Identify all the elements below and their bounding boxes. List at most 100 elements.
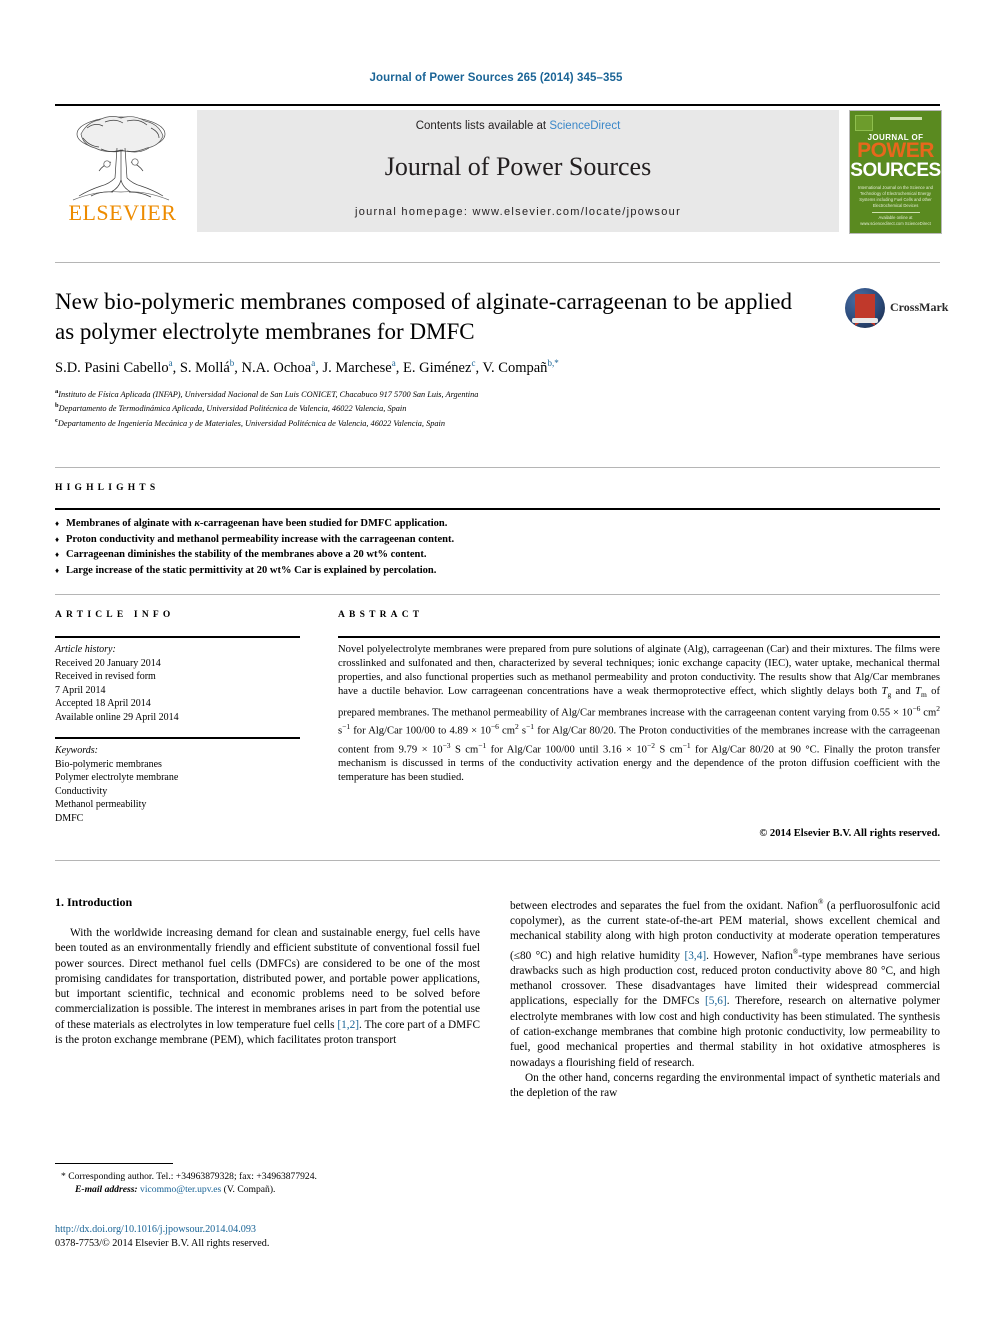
abstract-part: cm [920, 707, 937, 719]
abstract-part: S cm [450, 744, 479, 756]
crossmark-base-shape [852, 318, 878, 323]
issn-copyright: 0378-7753/© 2014 Elsevier B.V. All right… [55, 1238, 270, 1249]
page-title: New bio-polymeric membranes composed of … [55, 289, 792, 344]
affiliation-item: aInstituto de Física Aplicada (INFAP), U… [55, 386, 875, 400]
affiliation-item: bDepartamento de Termodinámica Aplicada,… [55, 400, 875, 414]
abstract-rule [338, 636, 940, 638]
cover-foot-rule [872, 212, 920, 213]
email-label: E-mail address: [75, 1184, 138, 1195]
abstract-part: and [891, 685, 916, 697]
abstract-copyright: © 2014 Elsevier B.V. All rights reserved… [759, 828, 940, 839]
abstract-exp: −2 [646, 740, 655, 750]
abstract-exp: 2 [936, 703, 940, 713]
cover-blurb: International Journal on the Science and… [858, 185, 933, 208]
author-name: S.D. Pasini Cabello [55, 359, 169, 376]
abstract-exp: −6 [490, 722, 499, 732]
elsevier-logo: ELSEVIER [55, 110, 190, 232]
abstract-exp: −3 [442, 740, 451, 750]
author-affil-mark[interactable]: c [471, 358, 475, 368]
affiliation-list: aInstituto de Física Aplicada (INFAP), U… [55, 386, 875, 429]
highlight-text-pre: Membranes of alginate with [66, 518, 195, 529]
author-affil-mark[interactable]: b,* [547, 358, 558, 368]
elsevier-tree-icon [72, 116, 170, 201]
highlights-list: Membranes of alginate with κ-carrageenan… [55, 516, 655, 578]
keywords-rule [55, 737, 300, 739]
journal-homepage-link[interactable]: journal homepage: www.elsevier.com/locat… [197, 206, 839, 218]
paragraph-text: With the worldwide increasing demand for… [55, 927, 480, 1031]
abstract-part: cm [498, 725, 515, 737]
intro-paragraph-left: With the worldwide increasing demand for… [55, 926, 480, 1048]
abstract-part: S cm [654, 744, 683, 756]
author-name: N.A. Ochoa [241, 359, 312, 376]
cover-elsevier-mark [855, 115, 873, 131]
highlights-rule [55, 508, 940, 510]
crossmark-book-shape [855, 294, 875, 326]
abstract-exp: −1 [342, 722, 351, 732]
author-affil-mark[interactable]: a [392, 358, 396, 368]
author-name: V. Compañ [482, 359, 548, 376]
cover-line-2: POWER [857, 139, 934, 162]
article-info-rule [55, 636, 300, 638]
email-note: E-mail address: vicommo@ter.upv.es (V. C… [55, 1183, 485, 1196]
history-item: Received 20 January 2014 [55, 657, 161, 669]
cover-top-rule [890, 117, 922, 120]
highlight-item: Carrageenan diminishes the stability of … [55, 547, 655, 563]
abstract-exp: −1 [526, 722, 535, 732]
cover-line-3: SOURCES [850, 160, 941, 181]
citation-link[interactable]: [3,4] [684, 949, 706, 961]
author-name: E. Giménez [402, 359, 472, 376]
elsevier-wordmark: ELSEVIER [68, 200, 177, 225]
paragraph-text: between electrodes and separates the fue… [510, 899, 819, 912]
masthead-center-band: Contents lists available at ScienceDirec… [197, 110, 839, 232]
citation-link[interactable]: [1,2] [337, 1019, 359, 1031]
author-affil-mark[interactable]: a [311, 358, 315, 368]
article-info-heading: ARTICLE INFO [55, 610, 175, 620]
footnote-block: * Corresponding author. Tel.: +349638793… [55, 1170, 485, 1196]
crossmark-label: CrossMark [890, 300, 949, 314]
intro-paragraph-right-2: On the other hand, concerns regarding th… [510, 1071, 940, 1100]
affiliation-text: Instituto de Física Aplicada (INFAP), Un… [58, 389, 479, 399]
sciencedirect-link[interactable]: ScienceDirect [549, 120, 620, 132]
intro-paragraph-right-1: between electrodes and separates the fue… [510, 895, 940, 1071]
citation-link[interactable]: [5,6] [705, 995, 727, 1007]
highlights-top-rule [55, 467, 940, 468]
author-affil-mark[interactable]: a [169, 358, 173, 368]
highlight-text-pre: Large increase of the static permittivit… [66, 564, 437, 576]
keyword-item: Methanol permeability [55, 799, 147, 811]
title-divider [55, 262, 940, 263]
highlight-item: Proton conductivity and methanol permeab… [55, 532, 655, 548]
section-heading-introduction: 1. Introduction [55, 895, 133, 909]
abstract-text: Novel polyelectrolyte membranes were pre… [338, 643, 940, 785]
crossmark-badge[interactable]: CrossMark [845, 288, 948, 330]
body-column-right: between electrodes and separates the fue… [510, 895, 940, 1101]
history-item: 7 April 2014 [55, 684, 106, 696]
doi-link[interactable]: http://dx.doi.org/10.1016/j.jpowsour.201… [55, 1224, 485, 1235]
highlight-item: Membranes of alginate with κ-carrageenan… [55, 516, 655, 532]
contents-prefix: Contents lists available at [415, 120, 550, 132]
highlight-item: Large increase of the static permittivit… [55, 563, 655, 579]
abstract-part: s [518, 725, 527, 737]
affiliation-text: Departamento de Termodinámica Aplicada, … [58, 404, 407, 414]
journal-reference: Journal of Power Sources 265 (2014) 345–… [369, 72, 623, 84]
author-list: S.D. Pasini Cabelloa, S. Molláb, N.A. Oc… [55, 358, 559, 376]
journal-title: Journal of Power Sources [384, 152, 652, 181]
highlights-heading: HIGHLIGHTS [55, 483, 160, 493]
author-name: J. Marchese [322, 359, 392, 376]
highlight-text-pre: Carrageenan diminishes the stability of … [66, 549, 427, 560]
journal-cover-thumbnail: JOURNAL OF POWER SOURCES International J… [849, 110, 942, 234]
author-affil-mark[interactable]: b [230, 358, 235, 368]
abstract-exp: −1 [682, 740, 691, 750]
keyword-item: Bio-polymeric membranes [55, 758, 162, 770]
body-column-left: 1. Introduction With the worldwide incre… [55, 895, 480, 1048]
masthead-top-rule [55, 104, 940, 106]
abstract-part: Novel polyelectrolyte membranes were pre… [338, 644, 940, 697]
body-top-rule [55, 860, 940, 861]
cover-footer-text: Available online at www.sciencedirect.co… [860, 215, 931, 226]
abstract-heading: ABSTRACT [338, 610, 424, 620]
corresponding-author-note: * Corresponding author. Tel.: +349638793… [61, 1171, 317, 1182]
keyword-item: Polymer electrolyte membrane [55, 772, 179, 784]
email-link[interactable]: vicommo@ter.upv.es [140, 1184, 221, 1195]
paper-page: Journal of Power Sources 265 (2014) 345–… [0, 0, 992, 1323]
keyword-item: DMFC [55, 812, 84, 824]
article-history-label: Article history: [55, 644, 116, 655]
